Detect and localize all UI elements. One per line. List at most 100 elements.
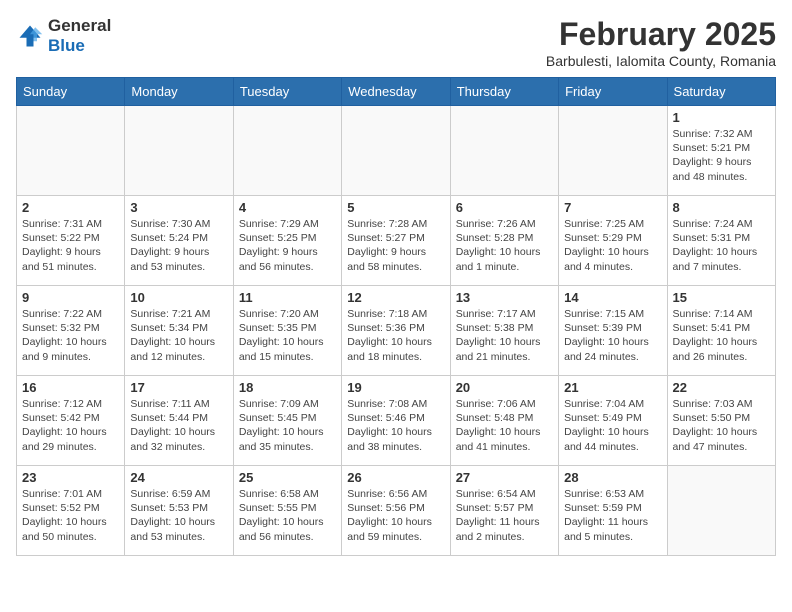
day-number: 15 [673, 290, 770, 305]
calendar-cell: 10 Sunrise: 7:21 AM Sunset: 5:34 PM Dayli… [125, 286, 233, 376]
calendar-cell: 20 Sunrise: 7:06 AM Sunset: 5:48 PM Dayli… [450, 376, 558, 466]
calendar-cell [125, 106, 233, 196]
day-number: 21 [564, 380, 661, 395]
calendar-cell: 26Sunrise: 6:56 AM Sunset: 5:56 PM Dayli… [342, 466, 450, 556]
calendar-week-3: 9 Sunrise: 7:22 AM Sunset: 5:32 PM Daylig… [17, 286, 776, 376]
day-number: 2 [22, 200, 119, 215]
day-number: 14 [564, 290, 661, 305]
day-info: Sunrise: 6:54 AM Sunset: 5:57 PM Dayligh… [456, 487, 553, 544]
day-number: 22 [673, 380, 770, 395]
day-info: Sunrise: 7:08 AM Sunset: 5:46 PM Dayligh… [347, 397, 444, 454]
location-subtitle: Barbulesti, Ialomita County, Romania [546, 53, 776, 69]
day-number: 4 [239, 200, 336, 215]
day-number: 8 [673, 200, 770, 215]
calendar-cell: 4 Sunrise: 7:29 AM Sunset: 5:25 PM Daylig… [233, 196, 341, 286]
day-info: Sunrise: 7:29 AM Sunset: 5:25 PM Dayligh… [239, 217, 336, 274]
calendar-week-2: 2 Sunrise: 7:31 AM Sunset: 5:22 PM Daylig… [17, 196, 776, 286]
calendar-cell: 1Sunrise: 7:32 AM Sunset: 5:21 PM Daylig… [667, 106, 775, 196]
day-info: Sunrise: 7:24 AM Sunset: 5:31 PM Dayligh… [673, 217, 770, 274]
calendar-cell: 16Sunrise: 7:12 AM Sunset: 5:42 PM Dayli… [17, 376, 125, 466]
day-info: Sunrise: 7:18 AM Sunset: 5:36 PM Dayligh… [347, 307, 444, 364]
day-number: 13 [456, 290, 553, 305]
day-info: Sunrise: 7:25 AM Sunset: 5:29 PM Dayligh… [564, 217, 661, 274]
day-info: Sunrise: 7:32 AM Sunset: 5:21 PM Dayligh… [673, 127, 770, 184]
calendar-cell: 8 Sunrise: 7:24 AM Sunset: 5:31 PM Daylig… [667, 196, 775, 286]
day-number: 9 [22, 290, 119, 305]
day-number: 11 [239, 290, 336, 305]
logo: General Blue [16, 16, 111, 55]
day-info: Sunrise: 7:22 AM Sunset: 5:32 PM Dayligh… [22, 307, 119, 364]
day-info: Sunrise: 7:30 AM Sunset: 5:24 PM Dayligh… [130, 217, 227, 274]
day-number: 26 [347, 470, 444, 485]
page-header: General Blue February 2025 Barbulesti, I… [16, 16, 776, 69]
calendar-cell: 15 Sunrise: 7:14 AM Sunset: 5:41 PM Dayli… [667, 286, 775, 376]
day-info: Sunrise: 7:01 AM Sunset: 5:52 PM Dayligh… [22, 487, 119, 544]
day-number: 24 [130, 470, 227, 485]
logo-general: General [48, 16, 111, 36]
calendar-cell [450, 106, 558, 196]
logo-blue: Blue [48, 36, 111, 56]
calendar-cell: 11 Sunrise: 7:20 AM Sunset: 5:35 PM Dayli… [233, 286, 341, 376]
calendar-header-row: Sunday Monday Tuesday Wednesday Thursday… [17, 78, 776, 106]
calendar-cell: 22 Sunrise: 7:03 AM Sunset: 5:50 PM Dayli… [667, 376, 775, 466]
day-info: Sunrise: 7:15 AM Sunset: 5:39 PM Dayligh… [564, 307, 661, 364]
col-monday: Monday [125, 78, 233, 106]
calendar-table: Sunday Monday Tuesday Wednesday Thursday… [16, 77, 776, 556]
calendar-cell [342, 106, 450, 196]
day-info: Sunrise: 7:20 AM Sunset: 5:35 PM Dayligh… [239, 307, 336, 364]
day-info: Sunrise: 7:14 AM Sunset: 5:41 PM Dayligh… [673, 307, 770, 364]
day-number: 7 [564, 200, 661, 215]
day-number: 5 [347, 200, 444, 215]
calendar-cell: 18Sunrise: 7:09 AM Sunset: 5:45 PM Dayli… [233, 376, 341, 466]
day-info: Sunrise: 7:03 AM Sunset: 5:50 PM Dayligh… [673, 397, 770, 454]
title-block: February 2025 Barbulesti, Ialomita Count… [546, 16, 776, 69]
calendar-cell: 21 Sunrise: 7:04 AM Sunset: 5:49 PM Dayli… [559, 376, 667, 466]
col-friday: Friday [559, 78, 667, 106]
col-sunday: Sunday [17, 78, 125, 106]
calendar-cell: 19 Sunrise: 7:08 AM Sunset: 5:46 PM Dayli… [342, 376, 450, 466]
calendar-cell: 3 Sunrise: 7:30 AM Sunset: 5:24 PM Daylig… [125, 196, 233, 286]
calendar-cell: 13Sunrise: 7:17 AM Sunset: 5:38 PM Dayli… [450, 286, 558, 376]
day-info: Sunrise: 7:04 AM Sunset: 5:49 PM Dayligh… [564, 397, 661, 454]
calendar-cell: 12 Sunrise: 7:18 AM Sunset: 5:36 PM Dayli… [342, 286, 450, 376]
calendar-cell: 28Sunrise: 6:53 AM Sunset: 5:59 PM Dayli… [559, 466, 667, 556]
day-info: Sunrise: 7:31 AM Sunset: 5:22 PM Dayligh… [22, 217, 119, 274]
day-info: Sunrise: 7:26 AM Sunset: 5:28 PM Dayligh… [456, 217, 553, 274]
day-number: 18 [239, 380, 336, 395]
calendar-cell: 2 Sunrise: 7:31 AM Sunset: 5:22 PM Daylig… [17, 196, 125, 286]
logo-icon [16, 22, 44, 50]
calendar-week-1: 1Sunrise: 7:32 AM Sunset: 5:21 PM Daylig… [17, 106, 776, 196]
calendar-cell: 27 Sunrise: 6:54 AM Sunset: 5:57 PM Dayli… [450, 466, 558, 556]
day-number: 23 [22, 470, 119, 485]
logo-text: General Blue [48, 16, 111, 55]
day-number: 6 [456, 200, 553, 215]
calendar-week-4: 16Sunrise: 7:12 AM Sunset: 5:42 PM Dayli… [17, 376, 776, 466]
day-number: 20 [456, 380, 553, 395]
day-number: 10 [130, 290, 227, 305]
calendar-cell: 25 Sunrise: 6:58 AM Sunset: 5:55 PM Dayli… [233, 466, 341, 556]
calendar-cell: 9 Sunrise: 7:22 AM Sunset: 5:32 PM Daylig… [17, 286, 125, 376]
day-info: Sunrise: 6:59 AM Sunset: 5:53 PM Dayligh… [130, 487, 227, 544]
day-info: Sunrise: 7:06 AM Sunset: 5:48 PM Dayligh… [456, 397, 553, 454]
calendar-cell: 14 Sunrise: 7:15 AM Sunset: 5:39 PM Dayli… [559, 286, 667, 376]
col-saturday: Saturday [667, 78, 775, 106]
day-number: 19 [347, 380, 444, 395]
day-number: 17 [130, 380, 227, 395]
calendar-cell: 17Sunrise: 7:11 AM Sunset: 5:44 PM Dayli… [125, 376, 233, 466]
day-info: Sunrise: 7:21 AM Sunset: 5:34 PM Dayligh… [130, 307, 227, 364]
day-number: 12 [347, 290, 444, 305]
day-info: Sunrise: 6:53 AM Sunset: 5:59 PM Dayligh… [564, 487, 661, 544]
calendar-cell: 5 Sunrise: 7:28 AM Sunset: 5:27 PM Daylig… [342, 196, 450, 286]
calendar-cell: 23 Sunrise: 7:01 AM Sunset: 5:52 PM Dayli… [17, 466, 125, 556]
col-wednesday: Wednesday [342, 78, 450, 106]
calendar-cell [667, 466, 775, 556]
day-number: 25 [239, 470, 336, 485]
calendar-cell: 7 Sunrise: 7:25 AM Sunset: 5:29 PM Daylig… [559, 196, 667, 286]
month-title: February 2025 [546, 16, 776, 53]
day-info: Sunrise: 6:58 AM Sunset: 5:55 PM Dayligh… [239, 487, 336, 544]
day-number: 27 [456, 470, 553, 485]
day-number: 3 [130, 200, 227, 215]
calendar-cell [233, 106, 341, 196]
day-info: Sunrise: 7:28 AM Sunset: 5:27 PM Dayligh… [347, 217, 444, 274]
calendar-cell: 24 Sunrise: 6:59 AM Sunset: 5:53 PM Dayli… [125, 466, 233, 556]
